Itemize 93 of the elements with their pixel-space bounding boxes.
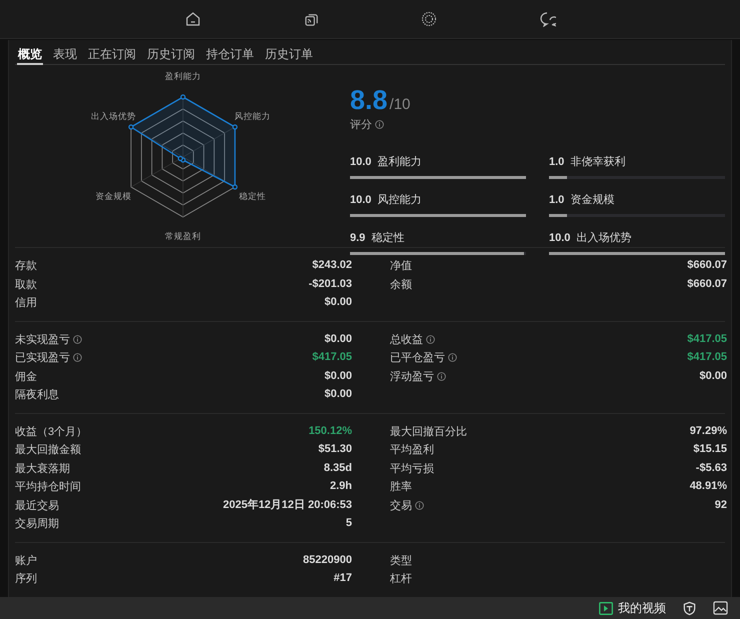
stat-value: $15.15: [693, 443, 727, 456]
stat-value: 150.12%: [308, 424, 352, 437]
stat-value: $51.30: [318, 443, 352, 456]
stat-label: 收益（3个月）: [15, 424, 88, 439]
stat-value: 97.29%: [690, 424, 727, 437]
stat-label: 胜率: [390, 480, 412, 494]
stat-value: -$201.03: [308, 278, 352, 290]
stat-label: 存款: [15, 259, 37, 274]
nav-button[interactable]: [420, 10, 438, 28]
cards-icon: [304, 12, 318, 26]
axis-label: 出入场优势: [91, 111, 136, 123]
stat-value: -$5.63: [696, 462, 727, 474]
stat-label: 浮动盈亏: [390, 370, 434, 384]
stat-label: 已平仓盈亏: [390, 351, 445, 366]
stat-label: 类型: [390, 554, 412, 568]
stat-value: 48.91%: [690, 480, 727, 492]
stat-value: 92: [714, 498, 727, 511]
nav-button[interactable]: [184, 10, 202, 28]
info-icon: [426, 334, 435, 344]
axis-label: 资金规模: [96, 191, 132, 203]
score-max: /10: [390, 96, 410, 113]
stat-label: 总收益: [390, 332, 423, 347]
stat-label: 余额: [390, 278, 412, 292]
image-button[interactable]: [713, 601, 728, 615]
stat-value: 8.35d: [324, 462, 352, 474]
score-item-label: 10.0 出入场优势: [549, 232, 632, 244]
tab[interactable]: 历史订阅: [146, 40, 196, 65]
stat-label: 平均盈利: [390, 443, 434, 458]
axis-label: 风控能力: [234, 111, 270, 123]
stat-value: $0.00: [324, 332, 352, 345]
stat-label: 序列: [15, 572, 37, 586]
stat-label: 未实现盈亏: [15, 332, 70, 347]
stat-label: 最近交易: [15, 498, 59, 513]
stat-label: 平均亏损: [390, 462, 434, 476]
stat-value: $0.00: [324, 296, 352, 308]
stat-value: $0.00: [324, 388, 352, 400]
play-icon: [599, 602, 613, 614]
stat-value: 2025年12月12日 20:06:53: [222, 498, 352, 512]
tab[interactable]: 表现: [52, 40, 78, 65]
stat-label: 杠杆: [390, 572, 412, 586]
info-icon: [437, 372, 446, 381]
info-icon: [73, 353, 82, 362]
score-value: 8.8: [350, 85, 388, 116]
stat-value: 5: [346, 517, 352, 530]
stat-value: $0.00: [699, 370, 727, 382]
stat-label: 佣金: [15, 370, 37, 384]
tab[interactable]: 概览: [17, 40, 43, 65]
stat-label: 最大衰落期: [15, 462, 70, 476]
image-icon: [713, 601, 728, 615]
stat-value: $417.05: [687, 351, 727, 364]
stat-label: 账户: [15, 554, 37, 568]
shield-button[interactable]: [682, 600, 697, 616]
badge-icon: [421, 11, 437, 27]
info-icon: [415, 500, 424, 510]
chat-icon: [538, 11, 556, 27]
stat-label: 交易周期: [15, 516, 59, 532]
stat-value: $243.02: [312, 259, 352, 272]
score-label: 评分: [350, 118, 372, 132]
home-icon: [185, 11, 201, 27]
stat-value: $417.05: [687, 332, 727, 345]
score-item-label: 1.0 非侥幸获利: [549, 156, 626, 168]
stat-label: 最大回撤百分比: [390, 424, 467, 439]
tab[interactable]: 正在订阅: [87, 40, 137, 65]
stat-label: 取款: [15, 278, 37, 292]
nav-button[interactable]: [538, 10, 556, 28]
axis-label: 常规盈利: [165, 231, 201, 243]
axis-label: 稳定性: [238, 191, 266, 203]
stat-value: 85220900: [303, 554, 352, 566]
stat-label: 最大回撤金额: [15, 442, 81, 458]
stat-value: $0.00: [324, 370, 352, 382]
axis-label: 盈利能力: [165, 71, 201, 83]
stat-label: 平均持仓时间: [15, 480, 81, 494]
info-icon: [73, 334, 82, 344]
tab[interactable]: 历史订单: [264, 40, 314, 65]
stat-label: 交易: [390, 498, 412, 513]
tab[interactable]: 持仓订单: [205, 40, 255, 65]
shield-icon: [682, 600, 697, 616]
score-item-label: 10.0 风控能力: [350, 194, 422, 206]
stat-value: $660.07: [687, 259, 727, 272]
score-item-label: 1.0 资金规模: [549, 194, 614, 206]
stat-value: 2.9h: [330, 480, 352, 492]
stat-label: 隔夜利息: [15, 388, 59, 402]
stat-label: 净值: [390, 259, 412, 274]
my-videos-button[interactable]: 我的视频: [599, 600, 666, 616]
stat-value: #17: [334, 572, 352, 584]
info-icon: [375, 120, 384, 129]
info-icon: [448, 353, 457, 362]
stat-value: $417.05: [312, 351, 352, 364]
stat-label: 已实现盈亏: [15, 350, 70, 366]
score-item-label: 9.9 稳定性: [350, 232, 404, 244]
stat-label: 信用: [15, 296, 37, 310]
score-item-label: 10.0 盈利能力: [350, 156, 422, 168]
stat-value: $660.07: [687, 278, 727, 290]
